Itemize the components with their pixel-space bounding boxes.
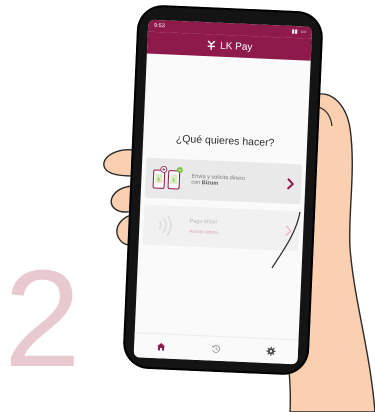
chevron-right-icon [285, 225, 292, 237]
svg-text:$: $ [157, 177, 160, 183]
page-title: ¿Qué quieres hacer? [175, 132, 275, 150]
option-bizum[interactable]: $ $ Envía y solicita dinero con Bizum [144, 157, 303, 205]
illustration: 2 9:53 ▮▮ ▭ LK Pay ¿Qué quieres hacer? $… [0, 0, 375, 412]
option-pago-movil[interactable]: Pago Móvil Activalo ahora [142, 204, 301, 252]
nav-history[interactable] [209, 342, 224, 357]
nav-settings[interactable] [263, 344, 278, 359]
home-icon [157, 342, 166, 351]
history-icon [211, 345, 220, 353]
lk-logo-icon [207, 40, 216, 51]
app-title: LK Pay [219, 40, 253, 53]
contactless-icon [158, 215, 172, 237]
option-bizum-label: Envía y solicita dinero con Bizum [191, 173, 246, 187]
status-icons: ▮▮ ▭ [292, 29, 307, 36]
option-pago-movil-subtext: Activalo ahora [189, 228, 218, 235]
status-time: 9:53 [153, 22, 165, 30]
option-pago-movil-label: Pago Móvil Activalo ahora [189, 219, 284, 239]
bottom-navigation [133, 332, 299, 365]
phone-device: 9:53 ▮▮ ▭ LK Pay ¿Qué quieres hacer? $ $… [122, 4, 324, 376]
svg-text:$: $ [172, 178, 175, 184]
signal-icon: ▮▮ [291, 28, 298, 36]
chevron-right-icon [287, 178, 294, 190]
settings-icon [266, 346, 276, 356]
nav-home[interactable] [154, 339, 169, 354]
phone-screen: 9:53 ▮▮ ▭ LK Pay ¿Qué quieres hacer? $ $… [133, 19, 313, 365]
battery-icon: ▭ [300, 29, 307, 36]
step-number: 2 [4, 242, 81, 396]
phones-transfer-icon: $ $ [152, 165, 183, 190]
